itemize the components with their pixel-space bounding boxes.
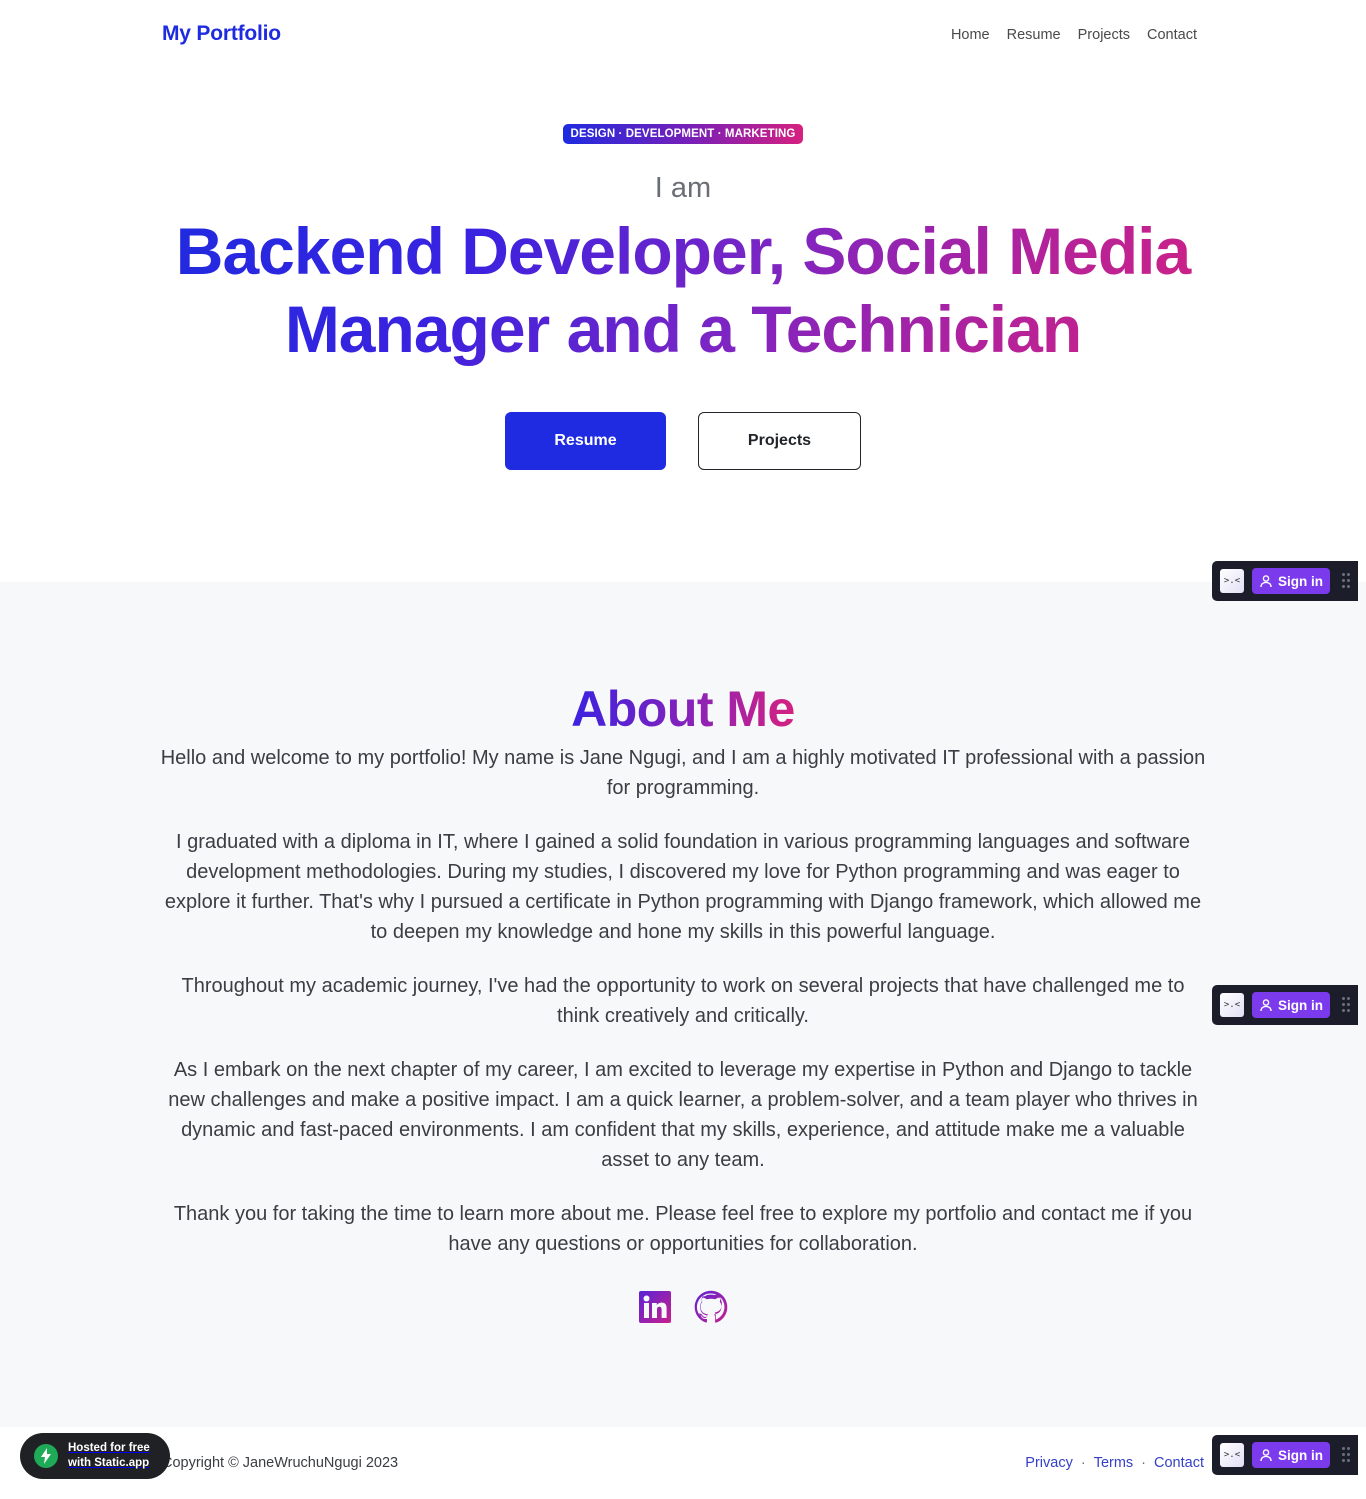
signin-button[interactable]: Sign in <box>1252 992 1330 1018</box>
footer-links: Privacy · Terms · Contact <box>1025 1455 1204 1471</box>
signin-widget: >.< Sign in <box>1212 985 1358 1025</box>
lightning-bolt-icon <box>34 1444 58 1468</box>
footer-link-privacy[interactable]: Privacy <box>1025 1455 1073 1471</box>
drag-handle-icon[interactable] <box>1342 573 1350 589</box>
widget-avatar-icon: >.< <box>1220 993 1244 1017</box>
hero-intro: I am <box>654 172 712 204</box>
about-section: About Me Hello and welcome to my portfol… <box>0 582 1366 1427</box>
signin-button[interactable]: Sign in <box>1252 568 1330 594</box>
about-paragraph: As I embark on the next chapter of my ca… <box>168 1059 1198 1171</box>
github-icon[interactable] <box>694 1290 728 1324</box>
user-icon <box>1260 575 1272 588</box>
about-paragraph: Throughout my academic journey, I've had… <box>181 975 1185 1027</box>
projects-button[interactable]: Projects <box>698 412 861 470</box>
signin-button[interactable]: Sign in <box>1252 1442 1330 1468</box>
static-badge-text: Hosted for free with Static.app <box>68 1441 150 1471</box>
hero-headline: Backend Developer, Social Media Manager … <box>150 212 1216 368</box>
user-icon <box>1260 1449 1272 1462</box>
signin-label: Sign in <box>1278 1447 1323 1463</box>
about-paragraph: Thank you for taking the time to learn m… <box>173 1203 1193 1255</box>
social-links <box>0 1290 1366 1324</box>
static-badge-line1: Hosted for free <box>68 1442 150 1454</box>
signin-label: Sign in <box>1278 997 1323 1013</box>
linkedin-icon[interactable] <box>638 1290 672 1324</box>
user-icon <box>1260 999 1272 1012</box>
nav-link-resume[interactable]: Resume <box>1007 27 1061 43</box>
brand-logo[interactable]: My Portfolio <box>162 22 281 46</box>
drag-handle-icon[interactable] <box>1342 997 1350 1013</box>
hero-section: DESIGN · DEVELOPMENT · MARKETING I am Ba… <box>0 74 1366 582</box>
nav-link-projects[interactable]: Projects <box>1078 27 1130 43</box>
footer-link-terms[interactable]: Terms <box>1094 1455 1133 1471</box>
copyright-text: Copyright © JaneWruchuNgugi 2023 <box>162 1455 399 1471</box>
about-paragraph: I graduated with a diploma in IT, where … <box>164 831 1202 943</box>
static-badge-line2: with Static.app <box>68 1457 150 1469</box>
footer: Copyright © JaneWruchuNgugi 2023 Privacy… <box>0 1427 1366 1499</box>
footer-separator: · <box>1080 1455 1086 1471</box>
nav-link-contact[interactable]: Contact <box>1147 27 1197 43</box>
static-app-badge[interactable]: Hosted for free with Static.app <box>20 1433 170 1479</box>
drag-handle-icon[interactable] <box>1342 1447 1350 1463</box>
about-title: About Me <box>0 680 1366 738</box>
about-title-text: About Me <box>571 681 795 737</box>
widget-avatar-icon: >.< <box>1220 569 1244 593</box>
skills-badge: DESIGN · DEVELOPMENT · MARKETING <box>563 124 803 144</box>
footer-separator: · <box>1141 1455 1147 1471</box>
signin-widget: >.< Sign in <box>1212 1435 1358 1475</box>
nav-link-home[interactable]: Home <box>951 27 990 43</box>
signin-widget: >.< Sign in <box>1212 561 1358 601</box>
footer-link-contact[interactable]: Contact <box>1154 1455 1204 1471</box>
navbar: My Portfolio Home Resume Projects Contac… <box>0 0 1366 74</box>
nav-links: Home Resume Projects Contact <box>951 27 1197 43</box>
signin-label: Sign in <box>1278 573 1323 589</box>
resume-button[interactable]: Resume <box>505 412 666 470</box>
about-paragraph: Hello and welcome to my portfolio! My na… <box>160 747 1206 799</box>
widget-avatar-icon: >.< <box>1220 1443 1244 1467</box>
